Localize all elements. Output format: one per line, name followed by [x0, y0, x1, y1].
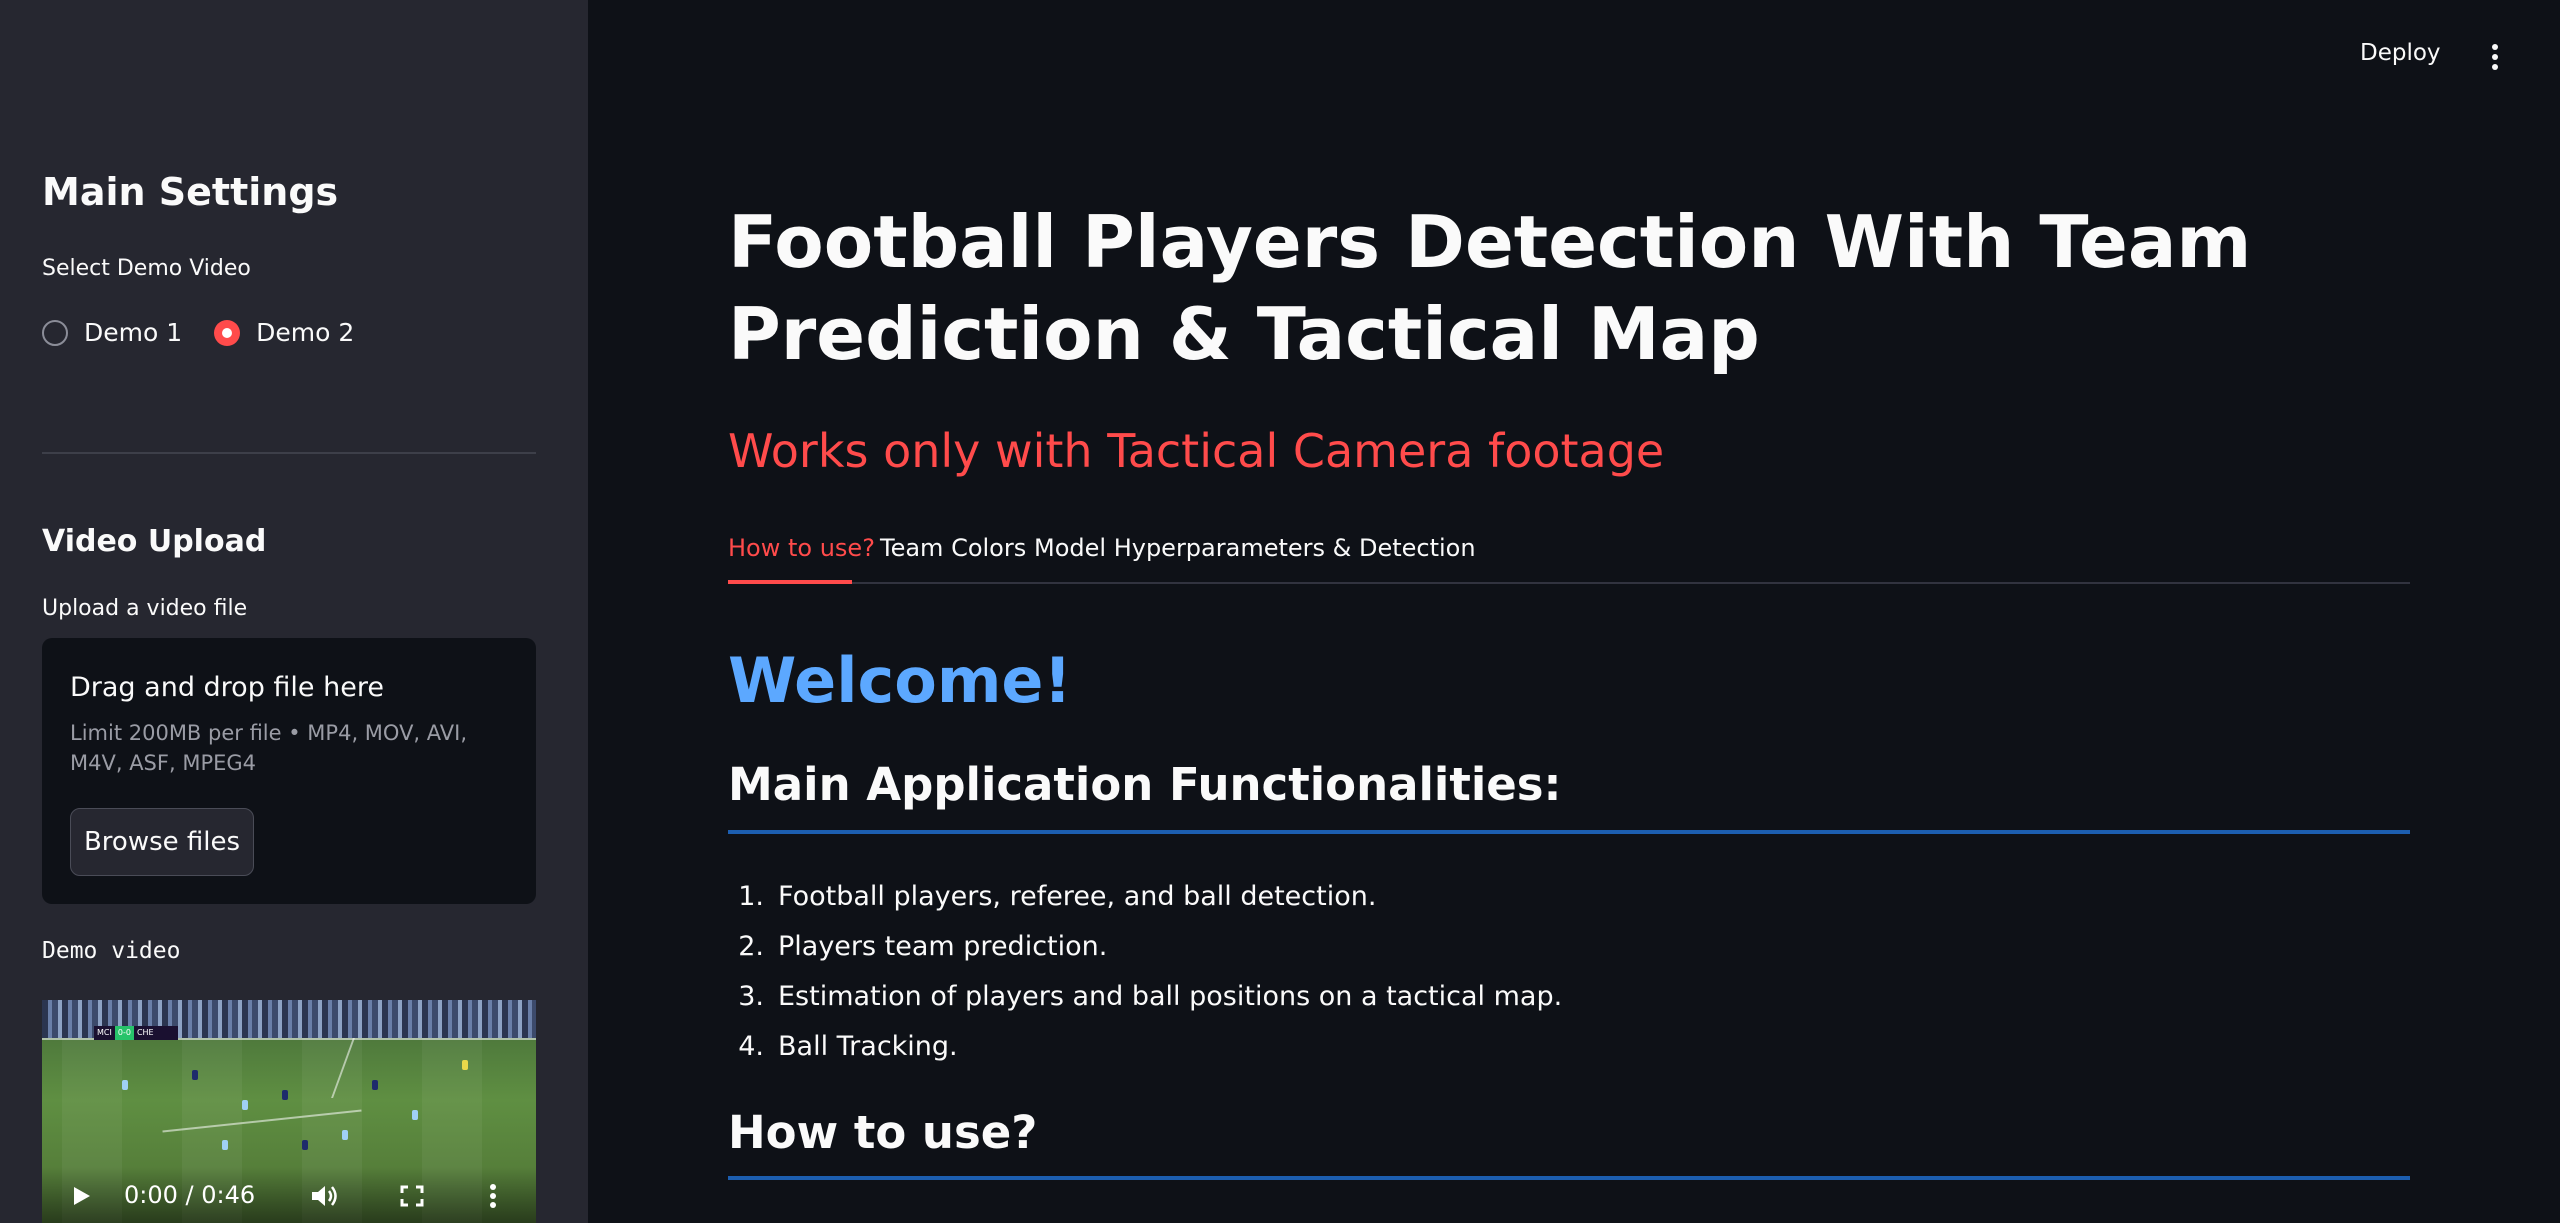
volume-icon[interactable] [310, 1183, 340, 1209]
scorebug: MCI 0-0 CHE [94, 1026, 178, 1040]
radio-demo-2[interactable]: Demo 2 [214, 318, 354, 347]
list-item: 1. Football players, referee, and ball d… [728, 872, 2410, 922]
demo-video-caption: Demo video [42, 938, 181, 964]
how-to-use-heading: How to use? [728, 1106, 1038, 1159]
sidebar-title: Main Settings [42, 170, 339, 214]
dropzone-title: Drag and drop file here [70, 672, 384, 703]
page-title: Football Players Detection With Team Pre… [728, 200, 2252, 376]
scorebug-away: CHE [136, 1028, 154, 1037]
player-dot [412, 1110, 418, 1120]
sidebar-divider [42, 452, 536, 454]
functionalities-heading: Main Application Functionalities: [728, 758, 1562, 811]
tab-team-colors[interactable]: Team Colors [880, 534, 1026, 562]
app: Main Settings Select Demo Video Demo 1 D… [0, 0, 2560, 1223]
select-demo-label: Select Demo Video [42, 256, 251, 281]
video-controls: 0:00 / 0:46 [42, 1167, 536, 1223]
player-dot [222, 1140, 228, 1150]
video-time: 0:00 / 0:46 [124, 1181, 256, 1209]
fullscreen-icon[interactable] [400, 1185, 424, 1207]
radio-label: Demo 1 [84, 318, 183, 347]
video-player[interactable]: MCI 0-0 CHE 0:00 / 0:46 [42, 1000, 536, 1223]
functionalities-list: 1. Football players, referee, and ball d… [728, 872, 2410, 1072]
scorebug-home: MCI [97, 1028, 112, 1037]
welcome-heading: Welcome! [728, 644, 1072, 717]
list-item: 2. Players team prediction. [728, 922, 2410, 972]
active-tab-indicator [728, 580, 852, 584]
sidebar: Main Settings Select Demo Video Demo 1 D… [0, 0, 588, 1223]
page-subtitle: Works only with Tactical Camera footage [728, 424, 1665, 478]
tab-model-hyperparameters[interactable]: Model Hyperparameters & Detection [1034, 534, 1476, 562]
list-item-number: 1. [738, 881, 764, 912]
player-dot [122, 1080, 128, 1090]
deploy-button[interactable]: Deploy [2360, 40, 2441, 66]
heading-rule [728, 830, 2410, 834]
list-item-text: Football players, referee, and ball dete… [778, 881, 1377, 912]
tab-rule [728, 582, 2410, 584]
list-item-number: 2. [738, 931, 764, 962]
play-icon[interactable] [72, 1185, 92, 1207]
heading-rule [728, 1176, 2410, 1180]
player-dot [192, 1070, 198, 1080]
radio-unchecked-icon [42, 319, 68, 346]
video-more-icon[interactable] [488, 1183, 498, 1209]
list-item-text: Players team prediction. [778, 931, 1108, 962]
player-dot [302, 1140, 308, 1150]
kebab-menu-icon[interactable] [2482, 42, 2508, 72]
file-dropzone[interactable]: Drag and drop file here Limit 200MB per … [42, 638, 536, 904]
list-item: 3. Estimation of players and ball positi… [728, 972, 2410, 1022]
list-item-text: Estimation of players and ball positions… [778, 981, 1563, 1012]
radio-demo-1[interactable]: Demo 1 [42, 318, 182, 347]
demo-radio-group: Demo 1 Demo 2 [42, 318, 386, 347]
player-dot [342, 1130, 348, 1140]
list-item-number: 4. [738, 1031, 764, 1062]
tab-bar: How to use? Team Colors Model Hyperparam… [728, 528, 2410, 584]
upload-label: Upload a video file [42, 596, 248, 621]
list-item: 4. Ball Tracking. [728, 1022, 2410, 1072]
video-upload-heading: Video Upload [42, 524, 267, 559]
tab-how-to-use[interactable]: How to use? [728, 534, 875, 562]
list-item-text: Ball Tracking. [778, 1031, 958, 1062]
list-item-number: 3. [738, 981, 764, 1012]
browse-files-button[interactable]: Browse files [70, 808, 254, 876]
player-dot [242, 1100, 248, 1110]
radio-label: Demo 2 [256, 318, 355, 347]
player-dot [372, 1080, 378, 1090]
player-dot [282, 1090, 288, 1100]
player-dot [462, 1060, 468, 1070]
dropzone-limit: Limit 200MB per file • MP4, MOV, AVI, M4… [70, 721, 468, 775]
scorebug-score: 0-0 [114, 1026, 134, 1040]
radio-checked-icon [214, 319, 241, 346]
